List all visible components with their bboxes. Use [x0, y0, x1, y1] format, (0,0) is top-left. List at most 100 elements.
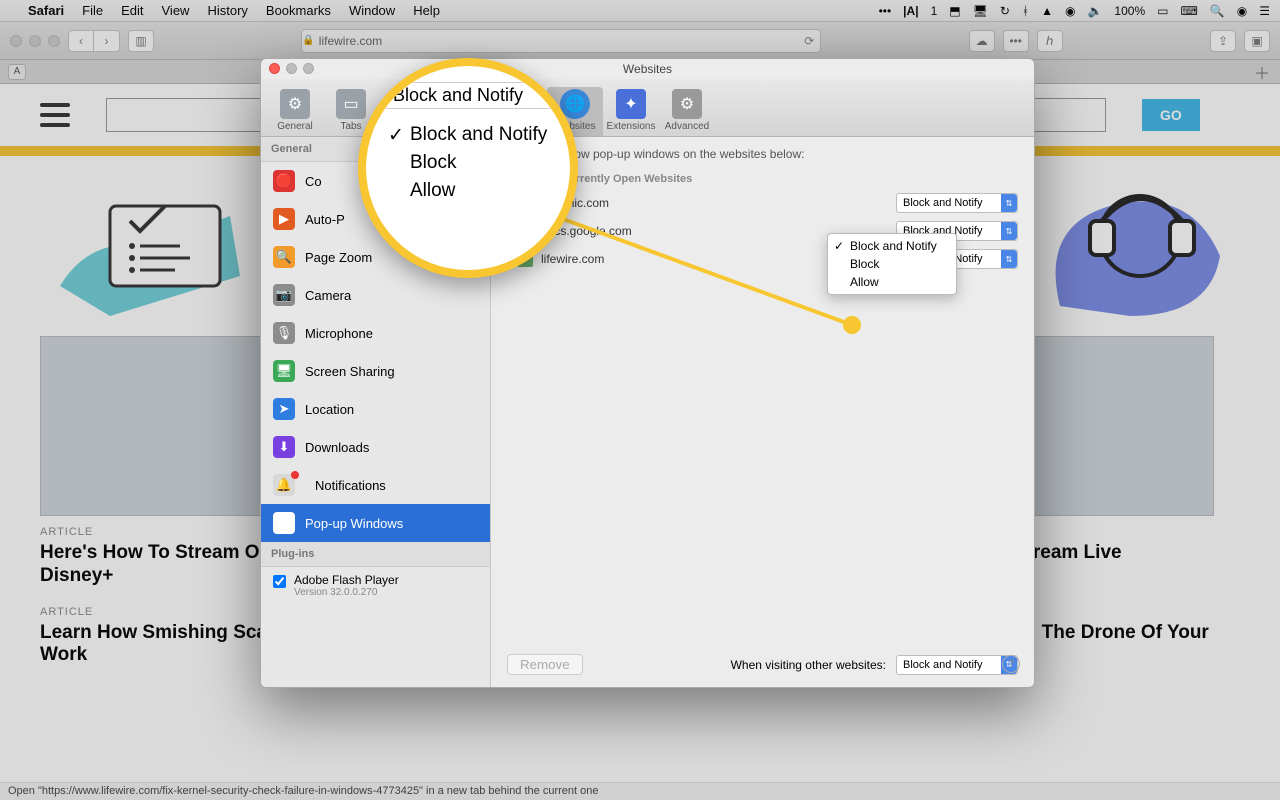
- sidebar-item-icon: 🗔: [273, 512, 295, 534]
- chevron-updown-icon: ⇅: [1001, 194, 1017, 212]
- input-icon[interactable]: ⌨: [1180, 4, 1197, 18]
- menu-history[interactable]: History: [207, 3, 247, 18]
- reader-badge[interactable]: A: [8, 64, 26, 80]
- volume-icon[interactable]: 🔈: [1087, 4, 1102, 18]
- remove-button[interactable]: Remove: [507, 654, 583, 675]
- sidebar-item-label: Pop-up Windows: [305, 516, 403, 531]
- help-button[interactable]: ?: [1002, 655, 1020, 673]
- hamburger-icon[interactable]: [40, 103, 70, 127]
- share-button[interactable]: ⇪: [1210, 30, 1236, 52]
- nav-back-forward[interactable]: ‹ ›: [68, 30, 120, 52]
- wifi-icon[interactable]: ◉: [1065, 4, 1075, 18]
- notification-center-icon[interactable]: ☰: [1259, 4, 1270, 18]
- gear-icon: ⚙: [280, 89, 310, 119]
- address-bar[interactable]: 🔒 lifewire.com ⟳: [301, 29, 821, 53]
- sidebar-item-label: Location: [305, 402, 354, 417]
- website-row[interactable]: uphonic.comBlock and Notify⇅: [507, 189, 1018, 217]
- sidebar-item-label: Page Zoom: [305, 250, 372, 265]
- pref-title: Websites: [623, 62, 672, 76]
- sidebar-item-icon: 🖥: [273, 360, 295, 382]
- menu-edit[interactable]: Edit: [121, 3, 143, 18]
- close-icon[interactable]: [269, 63, 280, 74]
- sidebar-item-icon: 🎙: [273, 322, 295, 344]
- reload-icon[interactable]: ⟳: [804, 34, 820, 48]
- open-websites-section: Currently Open Websites: [507, 173, 1018, 185]
- pref-tab-general[interactable]: ⚙General: [267, 87, 323, 136]
- adobe-icon[interactable]: |A|: [903, 4, 918, 18]
- menu-window[interactable]: Window: [349, 3, 395, 18]
- tabs-icon: ▭: [336, 89, 366, 119]
- pref-tab-advanced[interactable]: ⚙Advanced: [659, 87, 715, 136]
- sidebar-item-notifications[interactable]: 🔔Notifications: [261, 466, 490, 504]
- menu-opt-blocknotify[interactable]: Block and Notify: [828, 237, 956, 255]
- battery-icon[interactable]: ▭: [1157, 4, 1168, 18]
- macos-menubar: Safari File Edit View History Bookmarks …: [0, 0, 1280, 22]
- honey-ext-icon[interactable]: ℎ: [1037, 30, 1063, 52]
- sidebar-item-label: Microphone: [305, 326, 373, 341]
- back-button[interactable]: ‹: [68, 30, 94, 52]
- sidebar-toggle-button[interactable]: ▥: [128, 30, 154, 52]
- lens-opt-blocknotify: Block and Notify: [384, 121, 552, 149]
- airplay-icon[interactable]: ▲: [1041, 4, 1053, 18]
- forward-button[interactable]: ›: [94, 30, 120, 52]
- plugin-row[interactable]: Adobe Flash Player Version 32.0.0.270: [261, 567, 490, 604]
- gears-icon: ⚙: [672, 89, 702, 119]
- website-popup-dropdown[interactable]: Block and Notify⇅: [896, 193, 1018, 213]
- menu-view[interactable]: View: [162, 3, 190, 18]
- url-host: lifewire.com: [319, 34, 382, 48]
- pref-tab-extensions[interactable]: ✦Extensions: [603, 87, 659, 136]
- menu-opt-allow[interactable]: Allow: [828, 273, 956, 291]
- sidebar-item-screen-sharing[interactable]: 🖥 Screen Sharing: [261, 352, 490, 390]
- status-bar: Open "https://www.lifewire.com/fix-kerne…: [0, 782, 1280, 800]
- plugin-checkbox[interactable]: [273, 575, 286, 588]
- sidebar-item-icon: 📷: [273, 284, 295, 306]
- sidebar-item-label: Auto-P: [305, 212, 345, 227]
- menu-bookmarks[interactable]: Bookmarks: [266, 3, 331, 18]
- puzzle-icon: ✦: [616, 89, 646, 119]
- status-dots-icon[interactable]: •••: [879, 4, 892, 18]
- overflow-button[interactable]: •••: [1003, 30, 1029, 52]
- sidebar-item-label: Screen Sharing: [305, 364, 395, 379]
- sidebar-item-location[interactable]: ➤Location: [261, 390, 490, 428]
- sidebar-item-label: Co: [305, 174, 322, 189]
- pref-window-controls[interactable]: [269, 63, 314, 74]
- badge-1[interactable]: 1: [931, 4, 938, 18]
- icloud-tabs-button[interactable]: ☁: [969, 30, 995, 52]
- sidebar-item-microphone[interactable]: 🎙 Microphone: [261, 314, 490, 352]
- sidebar-item-icon: ▶: [273, 208, 295, 230]
- plugin-name: Adobe Flash Player: [294, 573, 399, 587]
- go-button[interactable]: GO: [1142, 99, 1200, 131]
- app-name[interactable]: Safari: [28, 3, 64, 18]
- zoom-icon: [303, 63, 314, 74]
- lens-opt-block: Block: [384, 149, 552, 177]
- spotlight-icon[interactable]: 🔍: [1210, 4, 1225, 18]
- lens-selected: Block and Notify: [384, 82, 552, 109]
- new-tab-button[interactable]: ＋: [1254, 60, 1280, 84]
- sidebar-item-icon: ⬇: [273, 436, 295, 458]
- pref-main-heading: Allow pop-up windows on the websites bel…: [507, 147, 1018, 161]
- lock-icon: 🔒: [302, 35, 314, 46]
- sidebar-item-label: Downloads: [305, 440, 369, 455]
- lens-opt-allow: Allow: [384, 177, 552, 205]
- menu-opt-block[interactable]: Block: [828, 255, 956, 273]
- chevron-updown-icon: ⇅: [1001, 250, 1017, 268]
- hero-art-left: [50, 166, 250, 326]
- timemachine-icon[interactable]: ↻: [1000, 4, 1010, 18]
- other-websites-dropdown[interactable]: Block and Notify⇅: [896, 655, 1018, 675]
- menubar-status-area: ••• |A| 1 ⬒ 🖥 ↻ ᚼ ▲ ◉ 🔈 100% ▭ ⌨ 🔍 ◉ ☰: [879, 4, 1270, 18]
- window-controls[interactable]: [10, 35, 60, 47]
- menu-help[interactable]: Help: [413, 3, 440, 18]
- highlight-lens: Block and Notify Block and Notify Block …: [358, 58, 578, 278]
- bluetooth-icon[interactable]: ᚼ: [1022, 4, 1029, 18]
- sidebar-item-camera[interactable]: 📷Camera: [261, 276, 490, 314]
- menu-file[interactable]: File: [82, 3, 103, 18]
- display-icon[interactable]: 🖥: [973, 4, 988, 18]
- sidebar-item-downloads[interactable]: ⬇ Downloads: [261, 428, 490, 466]
- tabs-overview-button[interactable]: ▣: [1244, 30, 1270, 52]
- dropbox-icon[interactable]: ⬒: [949, 4, 960, 18]
- sidebar-item-pop-up-windows[interactable]: 🗔 Pop-up Windows: [261, 504, 490, 542]
- pref-titlebar[interactable]: Websites: [261, 59, 1034, 79]
- siri-icon[interactable]: ◉: [1237, 4, 1247, 18]
- battery-percent[interactable]: 100%: [1114, 4, 1145, 18]
- popup-dropdown-menu[interactable]: Block and Notify Block Allow: [827, 233, 957, 295]
